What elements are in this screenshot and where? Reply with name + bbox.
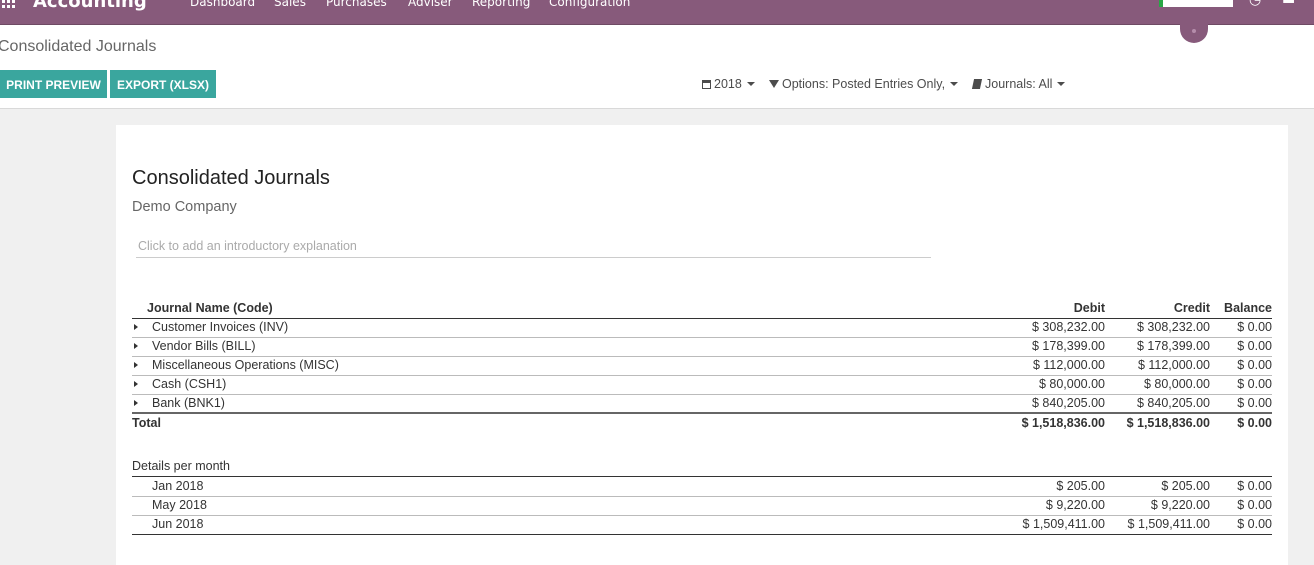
month-credit: $ 1,509,411.00	[1127, 517, 1210, 531]
menu-dashboard[interactable]: Dashboard	[190, 0, 255, 9]
journal-debit: $ 178,399.00	[1032, 339, 1105, 353]
journal-balance: $ 0.00	[1237, 377, 1272, 391]
chevron-down-icon	[746, 82, 755, 86]
journals-filter-dropdown[interactable]: Journals: All	[971, 77, 1066, 91]
total-label: Total	[132, 416, 161, 430]
column-balance: Balance	[1224, 301, 1272, 315]
activity-clock-icon[interactable]: ◷	[1249, 0, 1261, 8]
journal-balance: $ 0.00	[1237, 358, 1272, 372]
total-row: Total $ 1,518,836.00 $ 1,518,836.00 $ 0.…	[132, 412, 1272, 433]
print-preview-button[interactable]: PRINT PREVIEW	[0, 70, 107, 98]
journal-balance: $ 0.00	[1237, 396, 1272, 410]
journal-name[interactable]: Bank (BNK1)	[152, 396, 225, 410]
journal-debit: $ 80,000.00	[1038, 377, 1105, 391]
filter-icon	[769, 80, 779, 88]
intro-explanation-input[interactable]: Click to add an introductory explanation	[136, 239, 931, 258]
journal-credit: $ 840,205.00	[1137, 396, 1210, 410]
journals-filter-label: Journals: All	[985, 77, 1053, 91]
journal-debit: $ 840,205.00	[1032, 396, 1105, 410]
report-sheet: Consolidated Journals Demo Company Click…	[116, 125, 1288, 565]
total-credit: $ 1,518,836.00	[1126, 416, 1210, 430]
journal-row[interactable]: Miscellaneous Operations (MISC) $ 112,00…	[132, 356, 1272, 376]
month-name: Jan 2018	[152, 479, 204, 493]
menu-configuration[interactable]: Configuration	[549, 0, 630, 9]
journal-name[interactable]: Miscellaneous Operations (MISC)	[152, 358, 339, 372]
total-debit: $ 1,518,836.00	[1021, 416, 1105, 430]
journal-name[interactable]: Cash (CSH1)	[152, 377, 226, 391]
month-credit: $ 9,220.00	[1150, 498, 1210, 512]
chevron-down-icon	[1057, 82, 1066, 86]
export-xlsx-button[interactable]: EXPORT (XLSX)	[110, 70, 216, 98]
app-title[interactable]: Accounting	[33, 0, 147, 12]
journal-credit: $ 80,000.00	[1143, 377, 1210, 391]
journal-credit: $ 308,232.00	[1137, 320, 1210, 334]
journal-row[interactable]: Bank (BNK1) $ 840,205.00 $ 840,205.00 $ …	[132, 394, 1272, 413]
company-name: Demo Company	[132, 199, 237, 215]
apps-grid-icon[interactable]	[0, 0, 18, 9]
total-balance: $ 0.00	[1237, 416, 1272, 430]
caret-right-icon[interactable]	[134, 362, 138, 368]
journal-debit: $ 308,232.00	[1032, 320, 1105, 334]
caret-right-icon[interactable]	[134, 400, 138, 406]
chevron-down-icon	[950, 82, 959, 86]
book-icon	[971, 79, 983, 89]
calendar-icon	[702, 80, 711, 89]
journal-balance: $ 0.00	[1237, 339, 1272, 353]
top-navbar: Accounting Dashboard Sales Purchases Adv…	[0, 0, 1314, 25]
report-title: Consolidated Journals	[132, 167, 330, 189]
month-name: Jun 2018	[152, 517, 204, 531]
month-row: Jan 2018 $ 205.00 $ 205.00 $ 0.00	[132, 477, 1272, 497]
date-filter-label: 2018	[714, 77, 742, 91]
caret-right-icon[interactable]	[134, 343, 138, 349]
month-debit: $ 1,509,411.00	[1022, 517, 1105, 531]
breadcrumb[interactable]: Consolidated Journals	[0, 38, 156, 56]
month-balance: $ 0.00	[1237, 517, 1272, 531]
month-name: May 2018	[152, 498, 207, 512]
journal-debit: $ 112,000.00	[1032, 358, 1105, 372]
column-debit: Debit	[1073, 301, 1105, 315]
menu-adviser[interactable]: Adviser	[408, 0, 453, 9]
months-heading: Details per month	[132, 457, 1272, 477]
user-switch-widget[interactable]	[1159, 0, 1233, 7]
menu-reporting[interactable]: Reporting	[472, 0, 530, 9]
messaging-icon[interactable]: ▬	[1282, 0, 1295, 8]
journal-row[interactable]: Vendor Bills (BILL) $ 178,399.00 $ 178,3…	[132, 337, 1272, 357]
table-header: Journal Name (Code) Debit Credit Balance	[132, 299, 1272, 319]
journal-name[interactable]: Customer Invoices (INV)	[152, 320, 288, 334]
journal-credit: $ 178,399.00	[1137, 339, 1210, 353]
months-heading-label: Details per month	[132, 459, 230, 473]
options-filter-label: Options: Posted Entries Only,	[782, 77, 946, 91]
journal-balance: $ 0.00	[1237, 320, 1272, 334]
month-credit: $ 205.00	[1161, 479, 1210, 493]
caret-right-icon[interactable]	[134, 381, 138, 387]
month-row: May 2018 $ 9,220.00 $ 9,220.00 $ 0.00	[132, 496, 1272, 516]
column-credit: Credit	[1173, 301, 1210, 315]
column-journal-name: Journal Name (Code)	[147, 301, 273, 315]
journal-name[interactable]: Vendor Bills (BILL)	[152, 339, 256, 353]
month-balance: $ 0.00	[1237, 479, 1272, 493]
month-debit: $ 9,220.00	[1045, 498, 1105, 512]
options-filter-dropdown[interactable]: Options: Posted Entries Only,	[769, 77, 959, 91]
journal-row[interactable]: Customer Invoices (INV) $ 308,232.00 $ 3…	[132, 318, 1272, 338]
month-row: Jun 2018 $ 1,509,411.00 $ 1,509,411.00 $…	[132, 515, 1272, 535]
caret-right-icon[interactable]	[134, 324, 138, 330]
month-balance: $ 0.00	[1237, 498, 1272, 512]
journal-credit: $ 112,000.00	[1137, 358, 1210, 372]
month-debit: $ 205.00	[1056, 479, 1105, 493]
control-panel: Consolidated Journals PRINT PREVIEW EXPO…	[0, 25, 1314, 109]
date-filter-dropdown[interactable]: 2018	[702, 77, 755, 91]
menu-purchases[interactable]: Purchases	[326, 0, 387, 9]
journal-row[interactable]: Cash (CSH1) $ 80,000.00 $ 80,000.00 $ 0.…	[132, 375, 1272, 395]
menu-sales[interactable]: Sales	[274, 0, 306, 9]
